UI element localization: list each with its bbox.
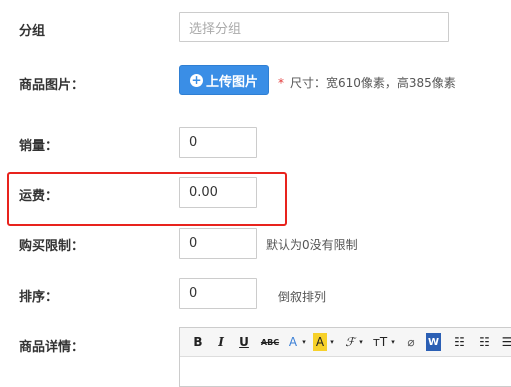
word-paste-icon[interactable]: W (426, 333, 441, 351)
sales-input-value: 0 (189, 135, 198, 150)
purchase-limit-hint: 默认为0没有限制 (266, 238, 358, 252)
highlight-dropdown-icon[interactable]: ▾ (328, 333, 336, 351)
sort-label: 排序： (19, 290, 59, 305)
font-color-dropdown-icon[interactable]: ▾ (300, 333, 308, 351)
image-size-hint-text: 尺寸：宽610像素，高385像素 (290, 76, 456, 90)
highlight-color-button[interactable]: A (313, 333, 327, 351)
upload-image-button-label: 上传图片 (205, 74, 258, 90)
ordered-list-icon[interactable]: ☷ (452, 333, 467, 351)
group-select[interactable]: 选择分组 (179, 12, 449, 42)
group-select-placeholder: 选择分组 (189, 21, 242, 37)
plus-circle-icon: + (189, 72, 203, 87)
unordered-list-icon[interactable]: ☷ (477, 333, 492, 351)
sort-hint: 倒叙排列 (278, 290, 327, 304)
italic-button[interactable]: I (214, 333, 228, 351)
sales-input[interactable]: 0 (179, 127, 257, 158)
product-image-label: 商品图片： (19, 78, 85, 93)
shipping-label: 运费： (19, 189, 59, 204)
sales-label: 销量： (19, 139, 59, 154)
eraser-icon[interactable]: ⌀ (404, 333, 418, 351)
purchase-limit-label: 购买限制： (19, 239, 85, 254)
product-details-label: 商品详情： (19, 340, 85, 355)
upload-image-button[interactable]: + 上传图片 (179, 65, 269, 95)
strikethrough-button[interactable]: ABC (259, 333, 281, 351)
shipping-input-value: 0.00 (189, 185, 218, 200)
font-color-button[interactable]: A (286, 333, 300, 351)
image-size-hint: * 尺寸：宽610像素，高385像素 (278, 74, 456, 91)
more-options-icon[interactable]: ☰ (500, 333, 511, 351)
required-mark: * (278, 76, 284, 90)
bold-button[interactable]: B (191, 333, 205, 351)
underline-button[interactable]: U (237, 333, 251, 351)
rich-text-editor[interactable]: B I U ABC A ▾ A ▾ ℱ ▾ тT ▾ ⌀ W ☷ ☷ ☰ (179, 327, 511, 387)
font-family-button[interactable]: ℱ (343, 333, 357, 351)
sort-input[interactable]: 0 (179, 278, 257, 309)
font-size-dropdown-icon[interactable]: ▾ (389, 333, 397, 351)
font-family-dropdown-icon[interactable]: ▾ (357, 333, 365, 351)
shipping-input[interactable]: 0.00 (179, 177, 257, 208)
sort-input-value: 0 (189, 286, 198, 301)
purchase-limit-input[interactable]: 0 (179, 228, 257, 259)
purchase-limit-input-value: 0 (189, 236, 198, 251)
group-label: 分组 (19, 24, 46, 39)
font-size-button[interactable]: тT (371, 333, 389, 351)
editor-toolbar: B I U ABC A ▾ A ▾ ℱ ▾ тT ▾ ⌀ W ☷ ☷ ☰ (180, 328, 511, 357)
